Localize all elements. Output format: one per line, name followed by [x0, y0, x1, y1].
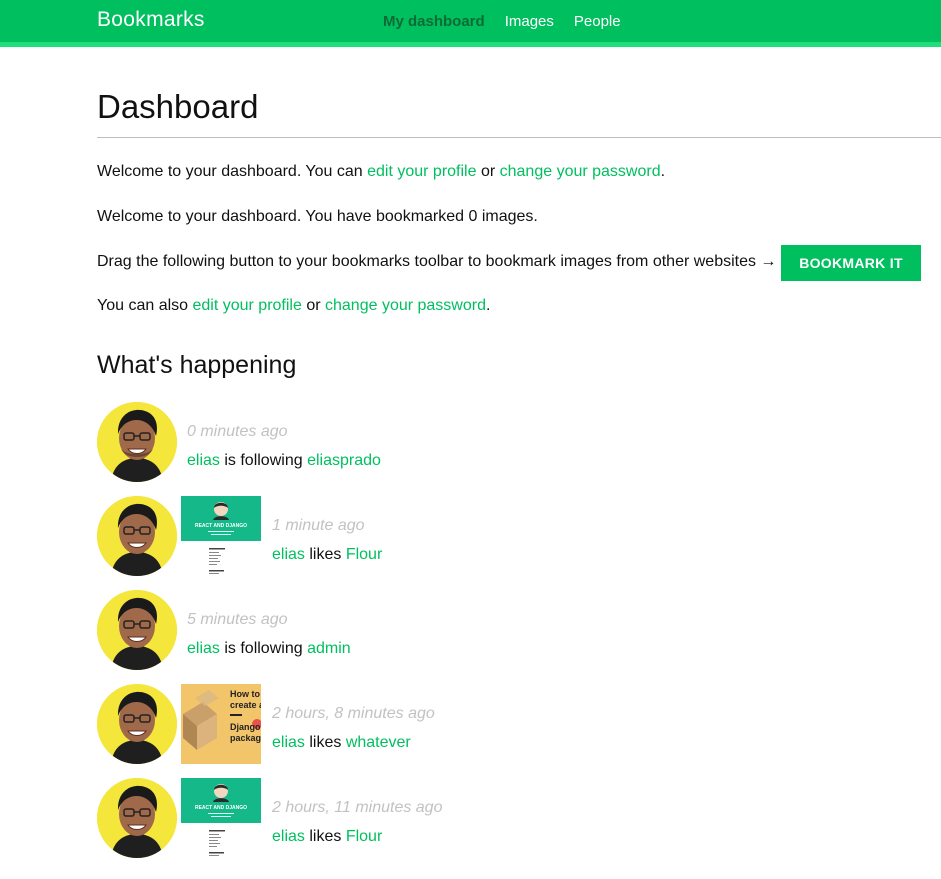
feed-title: What's happening — [97, 351, 297, 379]
image-thumbnail[interactable]: REACT AND DJANGO — [181, 778, 261, 858]
welcome-paragraph: Welcome to your dashboard. You can edit … — [97, 163, 665, 181]
actor-link[interactable]: elias — [272, 734, 305, 751]
bookmark-count-text: Welcome to your dashboard. You have book… — [97, 208, 538, 225]
thumb-caption-line4: package — [230, 733, 261, 743]
action-verb: likes — [304, 734, 346, 751]
actor-link[interactable]: elias — [187, 640, 220, 657]
action-timestamp: 2 hours, 8 minutes ago — [272, 705, 435, 722]
user-avatar[interactable] — [97, 778, 177, 858]
thumb-caption-line1: How to — [230, 689, 260, 699]
also-text: You can also — [97, 297, 193, 314]
user-avatar[interactable] — [97, 496, 177, 576]
welcome-text: Welcome to your dashboard. You can — [97, 163, 368, 180]
action-verb: likes — [304, 546, 346, 563]
actor-link[interactable]: elias — [272, 828, 305, 845]
page-title: Dashboard — [97, 88, 259, 125]
target-link[interactable]: Flour — [346, 828, 382, 845]
action-timestamp: 2 hours, 11 minutes ago — [272, 799, 443, 816]
user-avatar[interactable] — [97, 402, 177, 482]
top-header: Bookmarks My dashboard Images People — [0, 0, 941, 47]
edit-profile-link[interactable]: edit your profile — [367, 163, 476, 180]
change-password-link-2[interactable]: change your password — [325, 297, 486, 314]
action-text: elias is following eliasprado — [187, 452, 381, 470]
title-divider — [97, 137, 941, 138]
target-link[interactable]: eliasprado — [307, 452, 381, 469]
also-period: . — [485, 297, 491, 314]
action-verb: is following — [219, 452, 308, 469]
action-verb: is following — [219, 640, 308, 657]
user-avatar[interactable] — [97, 590, 177, 670]
action-text: elias likes Flour — [272, 546, 382, 564]
image-thumbnail[interactable]: REACT AND DJANGO — [181, 496, 261, 576]
action-timestamp: 1 minute ago — [272, 517, 365, 534]
actor-link[interactable]: elias — [272, 546, 305, 563]
activity-item: 0 minutes ago elias is following eliaspr… — [97, 402, 697, 484]
site-logo[interactable]: Bookmarks — [97, 8, 205, 32]
user-avatar[interactable] — [97, 684, 177, 764]
action-text: elias is following admin — [187, 640, 351, 658]
thumb-caption-line2: create a — [230, 700, 261, 710]
nav-people[interactable]: People — [574, 13, 621, 30]
actor-link[interactable]: elias — [187, 452, 220, 469]
action-text: elias likes Flour — [272, 828, 382, 846]
bookmark-it-button[interactable]: BOOKMARK IT — [781, 245, 921, 281]
activity-item: REACT AND DJANGO 2 hours, 11 minutes ago… — [97, 778, 697, 860]
nav-my-dashboard[interactable]: My dashboard — [383, 13, 485, 30]
target-link[interactable]: whatever — [346, 734, 411, 751]
image-thumbnail[interactable]: How to create a Django package — [181, 684, 261, 764]
drag-instruction-text: Drag the following button to your bookma… — [97, 253, 777, 270]
target-link[interactable]: admin — [307, 640, 351, 657]
action-timestamp: 0 minutes ago — [187, 423, 288, 440]
welcome-or-text: or — [476, 163, 500, 180]
also-or-text: or — [301, 297, 325, 314]
activity-item: 5 minutes ago elias is following admin — [97, 590, 697, 672]
main-nav: My dashboard Images People — [383, 13, 641, 30]
thumb-caption-line3: Django — [230, 722, 261, 732]
target-link[interactable]: Flour — [346, 546, 382, 563]
action-verb: likes — [304, 828, 346, 845]
edit-profile-link-2[interactable]: edit your profile — [192, 297, 301, 314]
welcome-period: . — [660, 163, 666, 180]
nav-images[interactable]: Images — [505, 13, 554, 30]
change-password-link[interactable]: change your password — [500, 163, 661, 180]
action-text: elias likes whatever — [272, 734, 411, 752]
also-paragraph: You can also edit your profile or change… — [97, 297, 490, 315]
thumb-caption: REACT AND DJANGO — [195, 805, 247, 811]
activity-item: How to create a Django package 2 hours, … — [97, 684, 697, 766]
action-timestamp: 5 minutes ago — [187, 611, 288, 628]
thumb-caption: REACT AND DJANGO — [195, 523, 247, 529]
activity-item: REACT AND DJANGO 1 minute ago elias like… — [97, 496, 697, 578]
